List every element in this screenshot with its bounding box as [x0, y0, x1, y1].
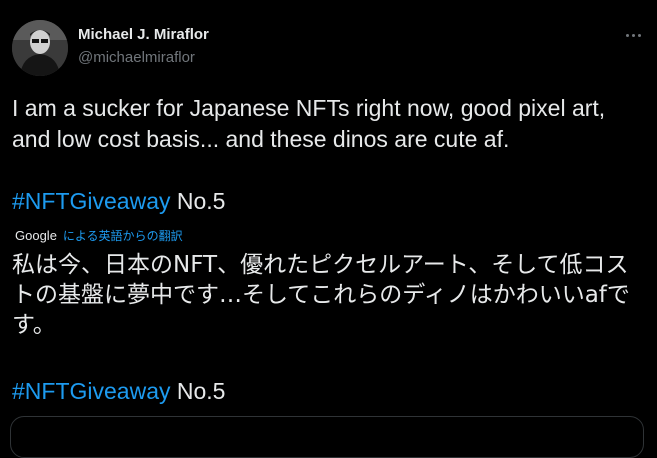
profile-photo-icon: [12, 20, 68, 76]
avatar[interactable]: [12, 20, 68, 76]
hashtag-suffix: No.5: [170, 188, 226, 214]
translated-body: 私は今、日本のNFT、優れたピクセルアート、そして低コストの基盤に夢中です…そし…: [12, 252, 630, 338]
tweet-hashtag-line: #NFTGiveaway No.5: [12, 186, 642, 217]
tweet-text: I am a sucker for Japanese NFTs right no…: [12, 93, 642, 217]
translation-label[interactable]: による英語からの翻訳: [63, 229, 183, 243]
more-options-icon[interactable]: [618, 20, 648, 50]
media-card[interactable]: [10, 416, 644, 458]
translated-hashtag-line: #NFTGiveaway No.5: [12, 376, 225, 406]
translation-attribution: Google による英語からの翻訳: [15, 227, 183, 244]
hashtag-link[interactable]: #NFTGiveaway: [12, 188, 170, 214]
author-handle[interactable]: @michaelmiraflor: [78, 49, 195, 66]
translated-text: 私は今、日本のNFT、優れたピクセルアート、そして低コストの基盤に夢中です…そし…: [12, 250, 642, 340]
tweet-body: I am a sucker for Japanese NFTs right no…: [12, 95, 606, 152]
translated-hashtag-link[interactable]: #NFTGiveaway: [12, 378, 170, 404]
author-name[interactable]: Michael J. Miraflor: [78, 26, 209, 43]
translated-hashtag-suffix: No.5: [170, 378, 226, 404]
google-logo: Google: [15, 228, 57, 243]
